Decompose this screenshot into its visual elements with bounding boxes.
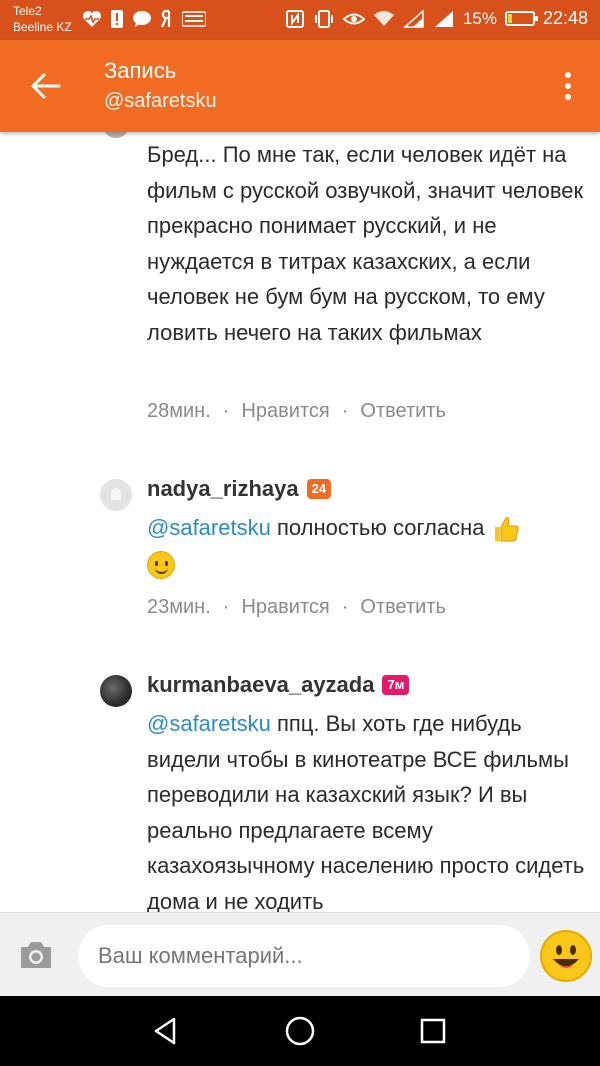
avatar[interactable] bbox=[103, 132, 129, 138]
page-title: Запись bbox=[104, 58, 177, 83]
clock: 22:48 bbox=[542, 8, 588, 28]
more-options-button[interactable] bbox=[556, 66, 580, 106]
app-bar: Запись @safaretsku bbox=[0, 40, 600, 132]
nfc-icon bbox=[285, 9, 304, 28]
signal-icon-2 bbox=[434, 10, 453, 27]
chat-icon bbox=[133, 11, 151, 27]
thumbs-up-icon bbox=[494, 517, 519, 542]
avatar[interactable] bbox=[100, 675, 132, 707]
like-button[interactable]: Нравится bbox=[241, 596, 329, 619]
wifi-icon bbox=[373, 10, 394, 26]
app-icon bbox=[182, 11, 206, 27]
circle-home-icon bbox=[285, 1016, 315, 1046]
comment-input-bar bbox=[0, 912, 600, 996]
status-bar: Tele2 Beeline KZ 15% 22:48 bbox=[0, 0, 600, 40]
triangle-back-icon bbox=[154, 1017, 176, 1045]
comment-input[interactable] bbox=[78, 925, 530, 987]
comment-time: 23мин. bbox=[147, 596, 211, 618]
page-subtitle: @safaretsku bbox=[104, 90, 217, 112]
comment-meta: 23мин. · Нравится · Ответить bbox=[147, 596, 446, 619]
author-name[interactable]: kurmanbaeva_ayzada bbox=[147, 672, 374, 698]
navigation-bar bbox=[0, 996, 600, 1066]
separator-dot: · bbox=[222, 400, 230, 422]
emoji-button[interactable] bbox=[540, 930, 592, 982]
carrier-name-1: Tele2 bbox=[13, 4, 42, 18]
nav-recents-button[interactable] bbox=[415, 1013, 451, 1049]
comment-author[interactable]: nadya_rizhaya 24 bbox=[147, 476, 332, 502]
separator-dot: · bbox=[341, 400, 349, 422]
rating-badge: 7м bbox=[382, 675, 410, 695]
carrier-name-2: Beeline KZ bbox=[13, 20, 72, 34]
author-name[interactable]: nadya_rizhaya bbox=[147, 476, 299, 502]
comment-text: @safaretsku ппц. Вы хоть где нибудь виде… bbox=[147, 706, 587, 912]
comments-list[interactable]: Бред... По мне так, если человек идёт на… bbox=[0, 132, 600, 912]
arrow-left-icon bbox=[31, 73, 61, 99]
comment-time: 28мин. bbox=[147, 400, 211, 422]
comment-meta: 28мин. · Нравится · Ответить bbox=[147, 400, 446, 423]
alert-icon bbox=[111, 10, 123, 28]
reply-button[interactable]: Ответить bbox=[360, 596, 446, 619]
notification-icons bbox=[82, 9, 206, 29]
smiley-icon bbox=[553, 945, 579, 968]
battery-icon bbox=[504, 11, 538, 26]
like-button[interactable]: Нравится bbox=[241, 400, 329, 423]
avatar[interactable] bbox=[100, 479, 132, 511]
square-recents-icon bbox=[420, 1018, 446, 1044]
comment-body: ппц. Вы хоть где нибудь видели чтобы в к… bbox=[147, 711, 585, 912]
smiley-emoji-icon bbox=[147, 550, 175, 579]
more-vertical-icon bbox=[565, 72, 571, 78]
comment-body: полностью согласна bbox=[276, 515, 485, 540]
rating-badge: 24 bbox=[306, 479, 332, 499]
reply-button[interactable]: Ответить bbox=[360, 400, 446, 423]
mention-link[interactable]: @safaretsku bbox=[147, 711, 271, 736]
nav-home-button[interactable] bbox=[282, 1013, 318, 1049]
separator-dot: · bbox=[222, 596, 230, 618]
separator-dot: · bbox=[341, 596, 349, 618]
mention-link[interactable]: @safaretsku bbox=[147, 515, 271, 540]
carrier-info: Tele2 Beeline KZ bbox=[13, 3, 72, 35]
comment-text: Бред... По мне так, если человек идёт на… bbox=[147, 142, 584, 345]
eye-icon bbox=[342, 13, 365, 24]
signal-icon-1 bbox=[402, 9, 424, 28]
comment-author[interactable]: kurmanbaeva_ayzada 7м bbox=[147, 672, 410, 698]
heart-rate-icon bbox=[83, 11, 101, 27]
back-button[interactable] bbox=[26, 68, 66, 104]
vibrate-icon bbox=[314, 9, 333, 28]
comment-text: @safaretsku полностью согласна bbox=[147, 510, 587, 581]
camera-icon bbox=[21, 942, 51, 968]
yandex-icon bbox=[160, 9, 171, 28]
system-icons: 15% 22:48 bbox=[285, 8, 588, 29]
camera-button[interactable] bbox=[18, 940, 54, 970]
battery-fill bbox=[507, 14, 512, 23]
nav-back-button[interactable] bbox=[148, 1013, 184, 1049]
battery-percent: 15% bbox=[462, 8, 497, 28]
